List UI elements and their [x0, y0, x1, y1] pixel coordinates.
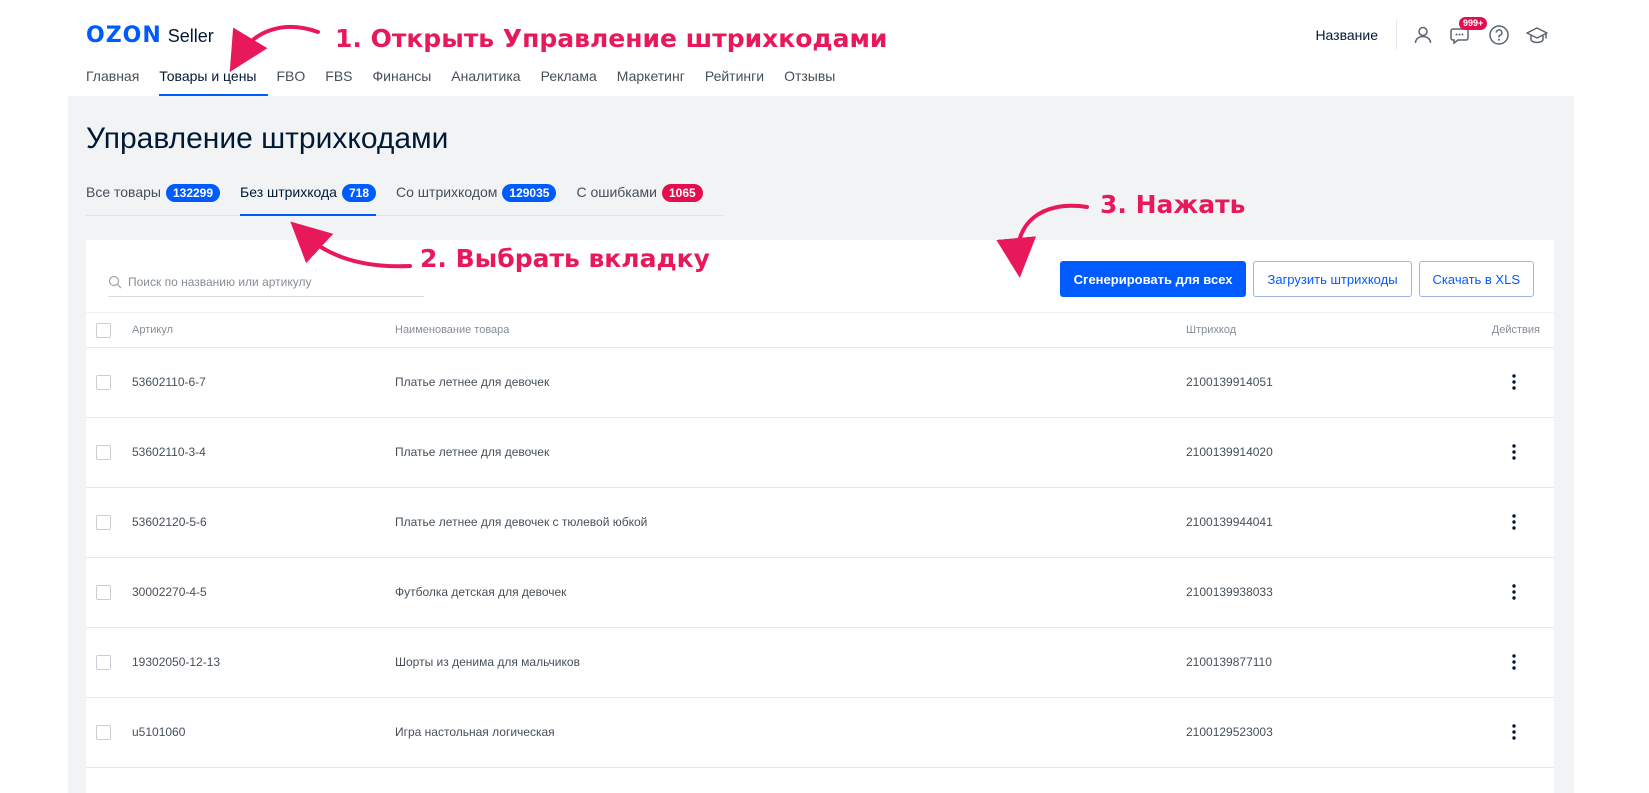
download-xls-button[interactable]: Скачать в XLS — [1418, 261, 1534, 297]
ozon-seller-logo[interactable]: OZON Seller — [86, 23, 214, 48]
tab-count-badge: 718 — [341, 184, 377, 202]
cell-name: Игра настольная логическая — [395, 725, 555, 739]
tab-label: Без штрихкода — [240, 184, 337, 200]
nav-item-4[interactable]: Финансы — [373, 68, 443, 96]
select-all-checkbox[interactable] — [96, 323, 111, 338]
header-article: Артикул — [132, 324, 174, 336]
shop-name[interactable]: Название — [1315, 20, 1397, 50]
table-row[interactable]: u5101060 Игра настольная логическая 210012… — [86, 698, 1554, 768]
cell-name: Платье летнее для девочек — [395, 375, 550, 389]
nav-item-7[interactable]: Маркетинг — [617, 68, 696, 96]
tab-count-badge: 1065 — [661, 184, 703, 202]
more-actions-icon[interactable] — [1504, 650, 1524, 674]
main-navigation: Главная Товары и цены FBO FBS Финансы Аналити… — [86, 68, 855, 96]
education-icon[interactable] — [1525, 23, 1549, 47]
app-frame: OZON Seller Главная Товары и цены FBO FBS Фи… — [0, 0, 1649, 793]
row-checkbox[interactable] — [96, 655, 111, 670]
nav-item-0[interactable]: Главная — [86, 68, 150, 96]
annotation-step2: 2. Выбрать вкладку — [420, 244, 710, 273]
tab-3[interactable]: С ошибками 1065 — [576, 180, 703, 215]
row-checkbox[interactable] — [96, 725, 111, 740]
help-icon[interactable] — [1487, 23, 1511, 47]
header-name: Наименование товара — [395, 324, 510, 336]
header-barcode: Штрихкод — [1186, 324, 1237, 336]
table-row[interactable]: 30002270-4-5 Футболка детская для девочек… — [86, 558, 1554, 628]
toolbar-buttons: Сгенерировать для всех Загрузить штрихко… — [1059, 261, 1534, 297]
tab-count-badge: 129035 — [502, 184, 557, 202]
nav-item-2[interactable]: FBO — [277, 68, 317, 96]
barcode-table: Артикул Наименование товара Штрихкод Дей… — [86, 312, 1554, 768]
main-content: Управление штрихкодами Все товары 132299 Б… — [68, 96, 1574, 793]
annotation-step3: 3. Нажать — [1100, 190, 1246, 219]
chat-icon[interactable]: 999+ — [1449, 17, 1488, 47]
row-checkbox[interactable] — [96, 375, 111, 390]
row-checkbox[interactable] — [96, 445, 111, 460]
tab-2[interactable]: Со штрихкодом 129035 — [396, 180, 557, 215]
tab-label: С ошибками — [576, 184, 657, 200]
more-actions-icon[interactable] — [1504, 720, 1524, 744]
table-row[interactable]: 53602110-6-7 Платье летнее для девочек 210… — [86, 348, 1554, 418]
nav-item-6[interactable]: Реклама — [541, 68, 608, 96]
cell-name: Платье летнее для девочек с тюлевой юбко… — [395, 515, 648, 529]
table-row[interactable]: 19302050-12-13 Шорты из денима для мальчи… — [86, 628, 1554, 698]
tab-0[interactable]: Все товары 132299 — [86, 180, 221, 215]
tab-label: Со штрихкодом — [396, 184, 498, 200]
logo-suffix: Seller — [167, 26, 214, 46]
cell-barcode: 2100139938033 — [1186, 585, 1273, 599]
table-body: 53602110-6-7 Платье летнее для девочек 210… — [86, 348, 1554, 768]
cell-article: 53602110-3-4 — [132, 445, 206, 459]
user-icon[interactable] — [1411, 23, 1435, 47]
table-header: Артикул Наименование товара Штрихкод Дей… — [86, 312, 1554, 348]
cell-barcode: 2100139877110 — [1186, 655, 1272, 669]
tab-count-badge: 132299 — [165, 184, 221, 202]
row-checkbox[interactable] — [96, 585, 111, 600]
nav-item-5[interactable]: Аналитика — [451, 68, 531, 96]
more-actions-icon[interactable] — [1504, 370, 1524, 394]
notification-badge: 999+ — [1459, 17, 1488, 30]
cell-barcode: 2100139914051 — [1186, 375, 1273, 389]
table-row[interactable]: 53602120-5-6 Платье летнее для девочек с … — [86, 488, 1554, 558]
nav-item-1[interactable]: Товары и цены — [159, 68, 268, 96]
barcode-tabs: Все товары 132299 Без штрихкода 718 Со штрих… — [86, 180, 723, 216]
tab-label: Все товары — [86, 184, 161, 200]
cell-article: u5101060 — [132, 725, 186, 739]
cell-name: Футболка детская для девочек — [395, 585, 567, 599]
cell-article: 19302050-12-13 — [132, 655, 221, 669]
annotation-step1: 1. Открыть Управление штрихкодами — [335, 24, 888, 53]
nav-item-8[interactable]: Рейтинги — [705, 68, 775, 96]
cell-name: Платье летнее для девочек — [395, 445, 550, 459]
upload-barcodes-button[interactable]: Загрузить штрихкоды — [1253, 261, 1412, 297]
cell-barcode: 2100139914020 — [1186, 445, 1273, 459]
barcode-panel: Сгенерировать для всех Загрузить штрихко… — [86, 240, 1554, 793]
row-checkbox[interactable] — [96, 515, 111, 530]
nav-item-3[interactable]: FBS — [325, 68, 363, 96]
cell-barcode: 2100139944041 — [1186, 515, 1273, 529]
more-actions-icon[interactable] — [1504, 580, 1524, 604]
nav-item-9[interactable]: Отзывы — [784, 68, 846, 96]
more-actions-icon[interactable] — [1504, 510, 1524, 534]
cell-barcode: 2100129523003 — [1186, 725, 1273, 739]
cell-article: 53602120-5-6 — [132, 515, 207, 529]
cell-article: 30002270-4-5 — [132, 585, 207, 599]
header-actions: Название 999+ — [1315, 17, 1549, 50]
table-row[interactable]: 53602110-3-4 Платье летнее для девочек 210… — [86, 418, 1554, 488]
search-icon — [108, 275, 122, 288]
logo-brand: OZON — [86, 23, 162, 48]
cell-name: Шорты из денима для мальчиков — [395, 655, 580, 669]
page-title: Управление штрихкодами — [86, 122, 449, 155]
more-actions-icon[interactable] — [1504, 440, 1524, 464]
cell-article: 53602110-6-7 — [132, 375, 206, 389]
generate-all-button[interactable]: Сгенерировать для всех — [1059, 261, 1247, 297]
header-actions: Действия — [1491, 324, 1540, 336]
search-input[interactable] — [128, 274, 408, 289]
tab-1[interactable]: Без штрихкода 718 — [240, 180, 377, 216]
search-box — [108, 267, 424, 297]
